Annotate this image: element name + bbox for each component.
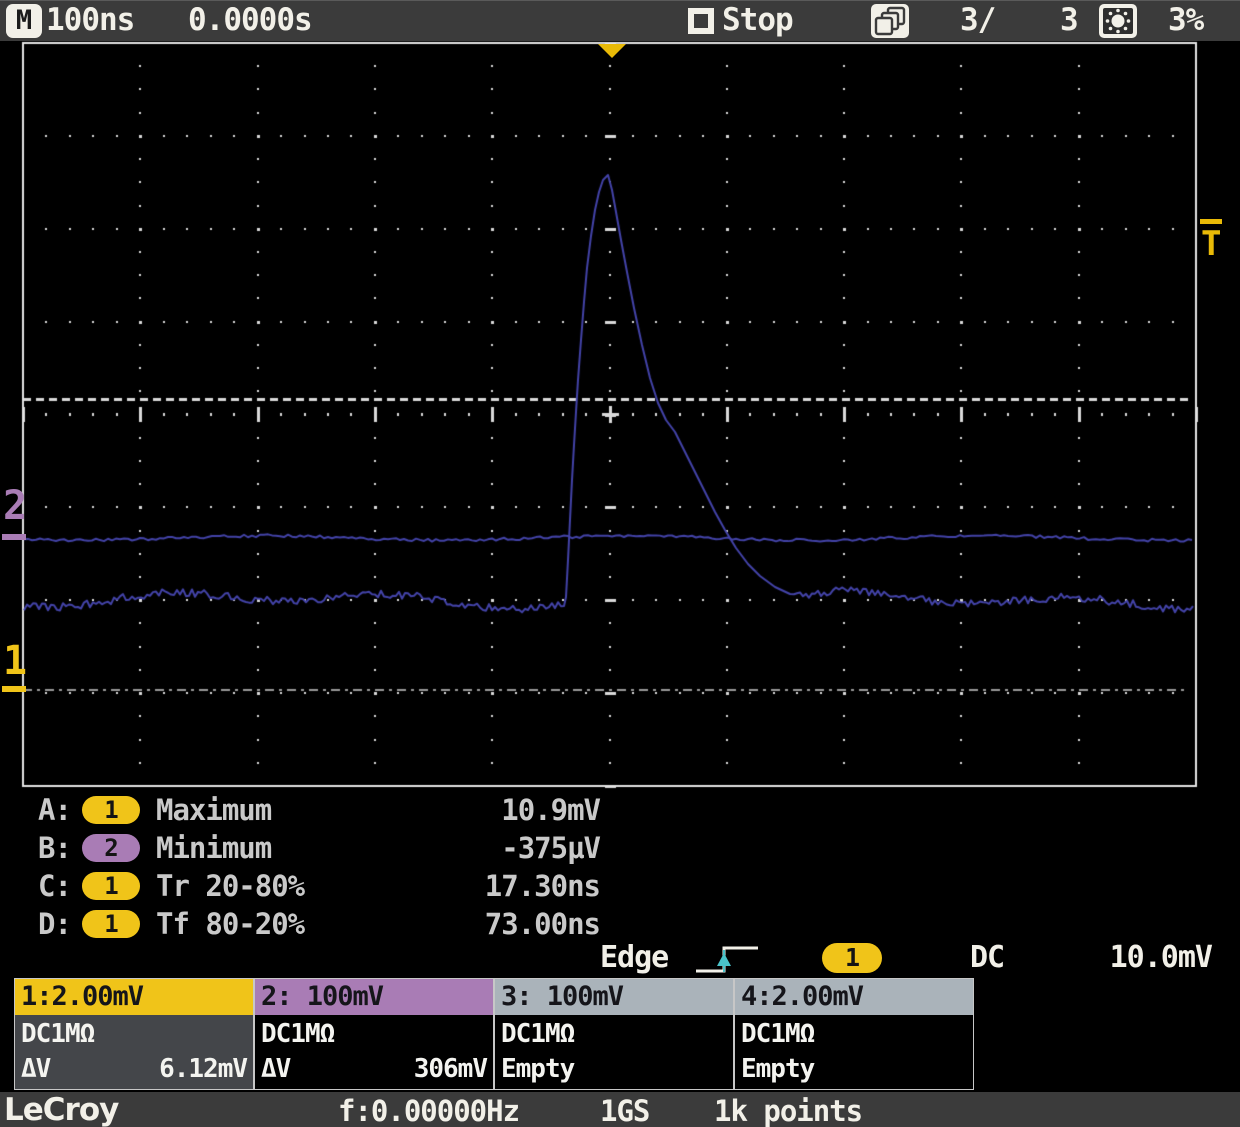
channel-info-label: Empty	[501, 1052, 574, 1089]
channel-coupling: DC1MΩ	[741, 1015, 967, 1052]
channel-coupling: DC1MΩ	[261, 1015, 487, 1052]
channel-badge: 1	[82, 910, 140, 938]
trigger-delay-readout: 0.0000s	[188, 2, 312, 38]
channel-badge: 1	[82, 872, 140, 900]
segment-total: 3	[1060, 2, 1078, 38]
channel-box-1[interactable]: 1:2.00mV DC1MΩ ΔV 6.12mV	[14, 978, 254, 1090]
ch2-zero-dash	[2, 534, 26, 540]
channel-box-4[interactable]: 4:2.00mV DC1MΩ Empty	[734, 978, 974, 1090]
trigger-source-badge[interactable]: 1	[822, 943, 882, 973]
ch2-zero-marker: 2	[3, 486, 26, 526]
channel-badge: 2	[82, 834, 140, 862]
channel-info-label: Empty	[741, 1052, 814, 1089]
measurement-row-c: C: 1 Tr 20-80% 17.30ns	[38, 867, 600, 905]
measurement-name: Maximum	[156, 793, 271, 827]
measurement-id: A:	[38, 793, 82, 827]
sample-rate-readout: 1GS	[600, 1094, 649, 1127]
channel-body: DC1MΩ ΔV 6.12mV	[15, 1015, 253, 1089]
channel-info-label: ΔV	[261, 1052, 290, 1089]
acquisition-status[interactable]: Stop	[722, 2, 793, 38]
measurements-panel: A: 1 Maximum 10.9mV B: 2 Minimum -375µV …	[38, 791, 600, 943]
record-length-readout: 1k points	[714, 1094, 862, 1127]
measurement-value: 17.30ns	[485, 869, 600, 903]
channel-info-label: ΔV	[21, 1052, 50, 1089]
measurement-name: Minimum	[156, 831, 271, 865]
measurement-value: 10.9mV	[501, 793, 600, 827]
intensity-icon[interactable]	[1098, 4, 1138, 38]
trigger-level-marker: T	[1201, 227, 1221, 261]
bottom-status-bar: LeCroy f:0.00000Hz 1GS 1k points	[0, 1092, 1240, 1127]
measurement-id: C:	[38, 869, 82, 903]
oscilloscope-screen: M 100ns 0.0000s Stop 3/ 3	[0, 0, 1240, 1127]
channel-body: DC1MΩ Empty	[735, 1015, 973, 1089]
measurement-value: 73.00ns	[485, 907, 600, 941]
channel-header[interactable]: 3: 100mV	[495, 979, 733, 1015]
lecroy-logo: LeCroy	[4, 1092, 124, 1127]
channel-coupling: DC1MΩ	[501, 1015, 727, 1052]
measurement-value: -375µV	[501, 831, 600, 865]
measurement-row-b: B: 2 Minimum -375µV	[38, 829, 600, 867]
segments-icon[interactable]	[870, 4, 910, 38]
waveform-canvas	[0, 40, 1240, 790]
measurement-name: Tr 20-80%	[156, 869, 304, 903]
channel-info-value: 6.12mV	[159, 1052, 247, 1089]
channel-body: DC1MΩ Empty	[495, 1015, 733, 1089]
ch1-zero-dash	[2, 686, 26, 692]
channel-header[interactable]: 4:2.00mV	[735, 979, 973, 1015]
channel-badge: 1	[82, 796, 140, 824]
channel-info-value: 306mV	[414, 1052, 487, 1089]
frequency-readout: f:0.00000Hz	[338, 1094, 519, 1127]
trigger-level-readout[interactable]: 10.0mV	[1110, 940, 1212, 975]
rising-edge-icon[interactable]	[692, 942, 768, 976]
ch1-zero-marker: 1	[3, 641, 26, 681]
trigger-position-marker	[598, 44, 626, 58]
channel-box-3[interactable]: 3: 100mV DC1MΩ Empty	[494, 978, 734, 1090]
segment-current: 3/	[960, 2, 995, 38]
timebase-readout: 100ns	[46, 2, 134, 38]
trigger-type[interactable]: Edge	[600, 940, 668, 975]
measurement-id: B:	[38, 831, 82, 865]
channel-header[interactable]: 2: 100mV	[255, 979, 493, 1015]
channel-header[interactable]: 1:2.00mV	[15, 979, 253, 1015]
timebase-mode-button[interactable]: M	[6, 4, 42, 38]
channel-body: DC1MΩ ΔV 306mV	[255, 1015, 493, 1089]
channel-coupling: DC1MΩ	[21, 1015, 247, 1052]
measurement-id: D:	[38, 907, 82, 941]
measurement-name: Tf 80-20%	[156, 907, 304, 941]
trigger-coupling[interactable]: DC	[970, 940, 1004, 975]
intensity-readout: 3%	[1168, 2, 1203, 38]
top-status-bar: M 100ns 0.0000s Stop 3/ 3	[0, 0, 1240, 41]
trigger-settings-row: Edge 1 DC 10.0mV	[0, 938, 1240, 978]
channel-box-2[interactable]: 2: 100mV DC1MΩ ΔV 306mV	[254, 978, 494, 1090]
stop-square-icon	[688, 8, 714, 34]
measurement-row-a: A: 1 Maximum 10.9mV	[38, 791, 600, 829]
channel-boxes: 1:2.00mV DC1MΩ ΔV 6.12mV 2: 100mV DC1MΩ …	[14, 978, 974, 1090]
